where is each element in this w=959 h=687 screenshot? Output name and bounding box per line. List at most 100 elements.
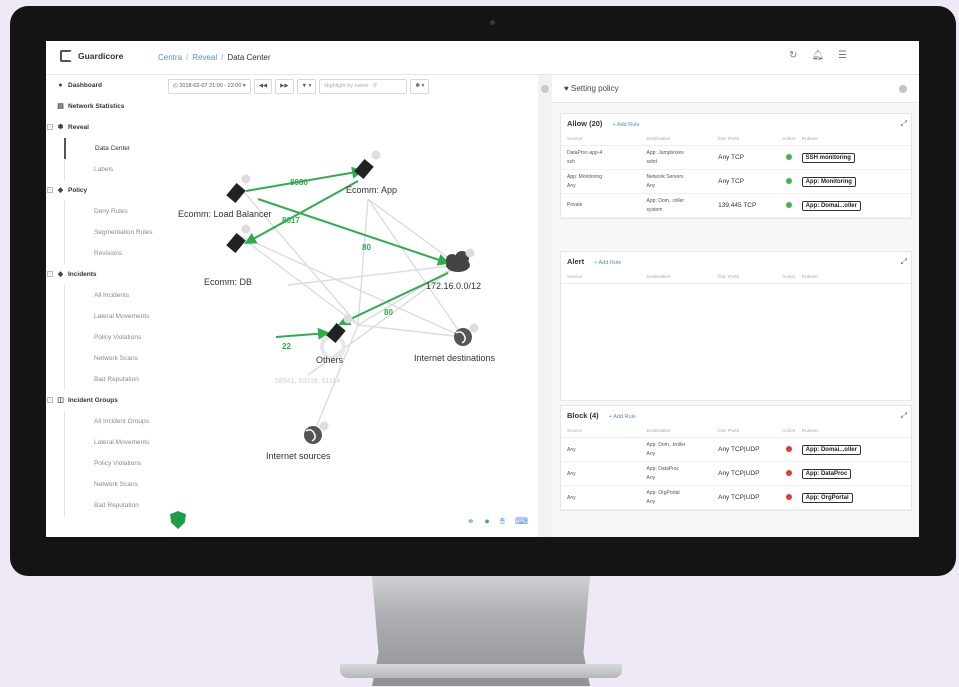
breadcrumb-current: Data Center (227, 53, 271, 62)
sidebar-item-all-incident-groups[interactable]: All Incident Groups (64, 411, 156, 432)
top-bar: Guardicore Centra / Reveal / Data Center ↻ 🔔… (46, 41, 919, 75)
guardicore-logo-icon (60, 50, 72, 62)
cell: DataProc-app-4 (567, 149, 603, 156)
reveal-graph[interactable]: ◴ 2018-02-07 21:00 - 22:00 ▾ ◀◀ ▶▶ ▼ ▾ H… (158, 75, 538, 537)
node-lb[interactable]: Ecomm: Load Balancer (178, 174, 272, 220)
sidebar-item-bad-reputation[interactable]: Bad Reputation (64, 369, 156, 390)
sidebar-item-lateral-movements[interactable]: Lateral Movements (64, 306, 156, 327)
breadcrumb-root[interactable]: Centra (158, 53, 182, 62)
breadcrumb-mid[interactable]: Reveal (192, 53, 217, 62)
ruleset-badge[interactable]: SSH monitoring (801, 152, 855, 163)
node-others[interactable]: Others (316, 314, 353, 366)
rule-ruleset[interactable]: SSH monitoring (801, 152, 911, 163)
faded-ports-label: 58941, 59316, 61114 (275, 378, 340, 385)
panel-divider[interactable] (538, 75, 552, 537)
divider-handle-icon[interactable] (541, 85, 549, 93)
sidebar-item-incident-groups[interactable]: - ◫ Incident Groups (46, 390, 156, 411)
sidebar-item-policy-violations-2[interactable]: Policy Violations (64, 453, 156, 474)
table-row[interactable]: App: Monitoring Any Network Servers Any An… (561, 170, 911, 194)
sidebar-item-reveal[interactable]: - ✽ Reveal (46, 117, 156, 138)
refresh-icon[interactable]: ↻ (789, 50, 797, 61)
sidebar-item-policy[interactable]: - ◆ Policy (46, 180, 156, 201)
share-icon[interactable]: ⚭ (467, 516, 475, 527)
add-rule-button[interactable]: + Add Rule (594, 260, 621, 266)
sidebar-item-revisions[interactable]: Revisions (64, 243, 156, 264)
ruleset-badge[interactable]: App: DataProc (801, 468, 852, 479)
rule-ruleset[interactable]: App: Domai...oller (801, 444, 911, 455)
cell: App: Dom...troller (646, 441, 686, 448)
table-row[interactable]: Private App: Dom...roller system 139,445 … (561, 194, 911, 218)
reveal-icon: ✽ (57, 124, 64, 131)
sidebar-label: Dashboard (68, 82, 102, 89)
cell: App: Jumpboxes (646, 149, 684, 156)
cell: ssh (567, 158, 575, 165)
collapse-icon[interactable]: - (47, 397, 53, 403)
sidebar-label: Incidents (68, 271, 97, 278)
allow-title-text: Allow (20) (567, 119, 603, 128)
sidebar-item-bad-reputation-2[interactable]: Bad Reputation (64, 495, 156, 516)
sidebar-item-dashboard[interactable]: ● Dashboard (46, 75, 156, 96)
allow-action-icon (776, 153, 802, 162)
sidebar-item-deny-rules[interactable]: Deny Rules (64, 201, 156, 222)
add-rule-button[interactable]: + Add Rule (609, 414, 636, 420)
cell: Any (567, 182, 576, 189)
rule-ruleset[interactable]: App: Monitoring (801, 176, 911, 187)
table-row[interactable]: DataProc-app-4 ssh App: Jumpboxes sshd Any… (561, 146, 911, 170)
node-cloud[interactable]: 172.16.0.0/12 (426, 248, 481, 292)
app-screen: Guardicore Centra / Reveal / Data Center ↻ 🔔… (46, 41, 919, 537)
rule-ruleset[interactable]: App: Domai...oller (801, 200, 911, 211)
policy-panel-header: ♥ Setting policy (552, 75, 919, 103)
settings-sliders-icon[interactable]: ☰ (838, 50, 847, 61)
sidebar-item-data-center[interactable]: Data Center (64, 138, 156, 159)
sidebar-label: Reveal (68, 124, 89, 131)
rule-destination: App: Jumpboxes sshd (647, 149, 719, 167)
close-icon[interactable] (899, 85, 907, 93)
hand-icon[interactable]: ✋︎ (500, 516, 505, 527)
sidebar-item-network-scans[interactable]: Network Scans (64, 348, 156, 369)
sidebar-item-lateral-movements-2[interactable]: Lateral Movements (64, 432, 156, 453)
column-header: Destination (646, 137, 671, 142)
shield-icon: ◆ (57, 187, 64, 194)
table-row[interactable]: Any App: Dom...troller Any Any TCP|UDP Ap… (561, 438, 911, 462)
block-title: Block (4) + Add Rule ⤢ (561, 406, 911, 426)
keyboard-icon[interactable]: ⌨ (515, 516, 528, 527)
ruleset-badge[interactable]: App: Domai...oller (801, 200, 861, 211)
rule-ruleset[interactable]: App: DataProc (801, 468, 911, 479)
node-db[interactable]: Ecomm: DB (204, 224, 252, 288)
sidebar-item-policy-violations[interactable]: Policy Violations (64, 327, 156, 348)
sidebar-item-segmentation-rules[interactable]: Segmentation Rules (64, 222, 156, 243)
rule-ports: Any TCP|UDP (718, 470, 760, 477)
sidebar-item-all-incidents[interactable]: All Incidents (64, 285, 156, 306)
collapse-icon[interactable]: - (47, 271, 53, 277)
node-internet-destinations[interactable]: Internet destinations (414, 323, 496, 364)
column-header: Ruleset (801, 429, 818, 434)
expand-icon[interactable]: ⤢ (901, 252, 907, 272)
expand-icon[interactable]: ⤢ (901, 406, 907, 426)
table-row[interactable]: Any App: OrgPortal Any Any TCP|UDP App: O… (561, 486, 911, 510)
sidebar-item-incidents[interactable]: - ◆ Incidents (46, 264, 156, 285)
rule-ruleset[interactable]: App: OrgPortal (801, 492, 911, 503)
incident-groups-icon: ◫ (57, 397, 64, 404)
block-section: Block (4) + Add Rule ⤢ Source Destinatio… (560, 405, 912, 511)
alert-title-text: Alert (567, 257, 585, 266)
collapse-icon[interactable]: - (47, 187, 53, 193)
brand[interactable]: Guardicore (60, 50, 123, 62)
rule-destination: App: Dom...troller Any (647, 441, 719, 459)
help-icon[interactable]: ● (484, 516, 489, 527)
collapse-icon[interactable]: - (47, 124, 53, 130)
column-header: Destination (646, 429, 671, 434)
ruleset-badge[interactable]: App: Monitoring (801, 176, 856, 187)
top-icons: ↻ 🔔︎ ☰ (789, 50, 847, 61)
ruleset-badge[interactable]: App: OrgPortal (801, 492, 853, 503)
graph-canvas: 8080 8017 80 22 80 58941, 59316, 61114 E… (178, 150, 496, 462)
sidebar-item-network-scans-2[interactable]: Network Scans (64, 474, 156, 495)
ruleset-badge[interactable]: App: Domai...oller (801, 444, 861, 455)
node-internet-sources[interactable]: Internet sources (266, 421, 331, 462)
sidebar-item-network-statistics[interactable]: ▤ Network Statistics (46, 96, 156, 117)
cell: sshd (646, 158, 658, 165)
expand-icon[interactable]: ⤢ (901, 114, 907, 134)
table-row[interactable]: Any App: DataProc Any Any TCP|UDP App: Da… (561, 462, 911, 486)
sidebar-item-labels[interactable]: Labels (64, 159, 156, 180)
bell-icon[interactable]: 🔔︎ (811, 50, 824, 61)
add-rule-button[interactable]: + Add Rule (613, 122, 640, 128)
